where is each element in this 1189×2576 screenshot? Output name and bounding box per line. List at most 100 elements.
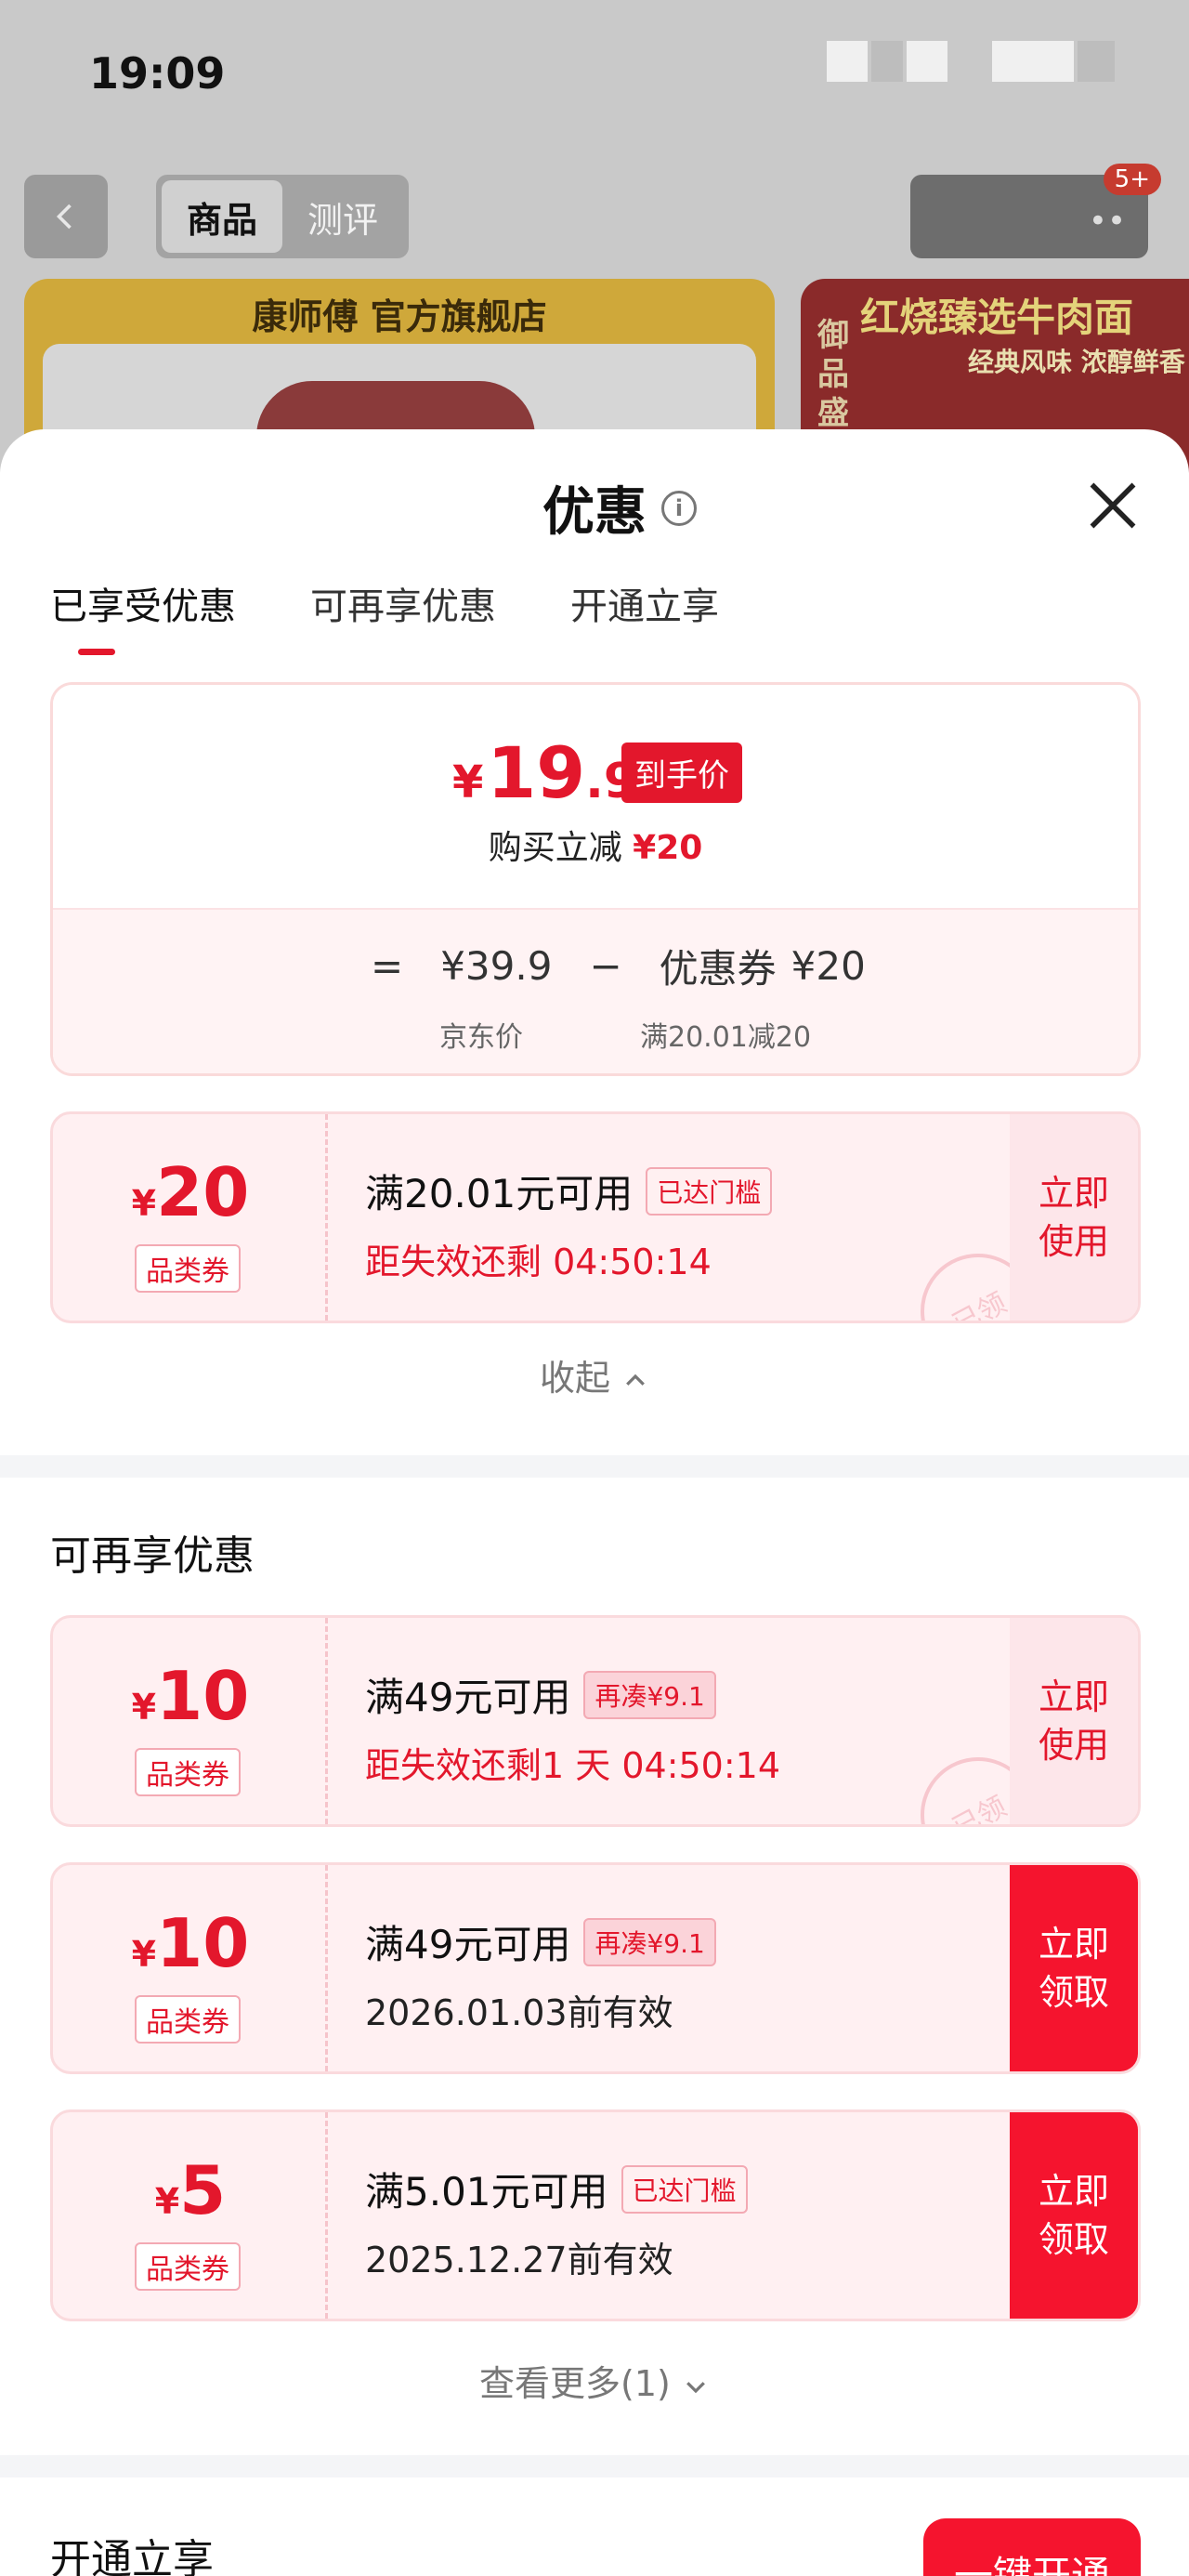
buy-save-line: 购买立减 ¥20 — [53, 821, 1138, 869]
collapse-label: 收起 — [539, 1358, 610, 1399]
coupon-amount: ¥10 — [53, 1904, 328, 1982]
coupon-kind: 品类券 — [135, 1748, 241, 1796]
store-banner-title: 康师傅 官方旗舰店 — [252, 296, 547, 337]
chevron-up-icon — [626, 1373, 645, 1386]
message-badge: 5+ — [1103, 164, 1161, 195]
coupon-kind: 品类券 — [135, 2242, 241, 2291]
coupon-card: ¥5 品类券 满5.01元可用 已达门槛 2025.12.27前有效 立即领取 — [50, 2109, 1141, 2321]
used-coupon-card: ¥20 品类券 满20.01元可用 已达门槛 距失效还剩 04:50:14 已领… — [50, 1111, 1141, 1323]
background-page: 19:09 商品 测评 •• 5+ 康师傅 官方旗舰店 御品盛宴 红烧臻选牛肉面… — [0, 0, 1189, 483]
minus-sign: − — [589, 943, 622, 989]
battery-level-icon — [1078, 41, 1115, 82]
coupon-currency: ¥ — [154, 2181, 180, 2222]
jd-price-label: 京东价 — [439, 1021, 523, 1054]
price-summary-card: ¥ 19 .9 到手价 购买立减 ¥20 = ¥39.9 − 优惠券 ¥20 京… — [50, 682, 1141, 1076]
product-nav: 商品 测评 •• 5+ — [0, 164, 1189, 258]
coupon-countdown: 距失效还剩1 天 04:50:14 — [365, 1745, 781, 1786]
buy-save-value: ¥20 — [633, 829, 703, 867]
breakdown-row: = ¥39.9 − 优惠券 ¥20 — [371, 938, 866, 994]
coupon-condition-text: 满5.01元可用 — [365, 2169, 608, 2215]
chevron-left-icon — [56, 204, 72, 230]
tab-activate[interactable]: 开通立享 — [570, 576, 719, 630]
tab-enjoyed[interactable]: 已享受优惠 — [50, 576, 236, 630]
coupon-expiry: 2025.12.27前有效 — [365, 2240, 673, 2280]
sheet-header: 优惠 i — [542, 470, 697, 545]
one-click-activate-button[interactable]: 一键开通 — [923, 2518, 1141, 2576]
status-time: 19:09 — [89, 48, 226, 99]
coupon-condition: 满5.01元可用 已达门槛 — [365, 2161, 748, 2217]
coupon-kind: 品类券 — [135, 1244, 241, 1293]
price-breakdown: = ¥39.9 − 优惠券 ¥20 京东价 满20.01减20 — [53, 908, 1138, 1073]
collapse-button[interactable]: 收起 — [0, 1349, 1189, 1400]
coupon-condition: 满20.01元可用 已达门槛 — [365, 1163, 773, 1219]
coupon-value-area: ¥5 品类券 — [53, 2112, 328, 2319]
battery-icon — [992, 41, 1074, 82]
product-tabs: 商品 测评 — [156, 175, 409, 258]
coupon-rule-label: 满20.01减20 — [640, 1021, 812, 1054]
final-price-integer: 19 — [487, 731, 586, 814]
coupon-deduction-value: ¥20 — [790, 943, 866, 989]
coupon-kind: 品类券 — [135, 1995, 241, 2044]
coupon-deduction-label: 优惠券 — [659, 946, 777, 992]
coupon-threshold-badge: 已达门槛 — [646, 1166, 773, 1216]
claim-coupon-button[interactable]: 立即领取 — [1010, 2112, 1138, 2319]
use-coupon-button[interactable]: 立即使用 — [1010, 1618, 1138, 1824]
activate-section-title: 开通立享 — [50, 2536, 214, 2576]
coupon-card: ¥10 品类券 满49元可用 再凑¥9.1 2026.01.03前有效 立即领取 — [50, 1862, 1141, 2074]
more-menu[interactable]: •• 5+ — [910, 164, 1161, 258]
coupon-condition-text: 满20.01元可用 — [365, 1171, 634, 1216]
final-price: ¥ 19 .9 — [452, 731, 637, 814]
use-coupon-button[interactable]: 立即使用 — [1010, 1114, 1138, 1321]
coupon-condition: 满49元可用 再凑¥9.1 — [365, 1913, 716, 1970]
promo-banner-title: 红烧臻选牛肉面 — [860, 295, 1134, 340]
buy-save-label: 购买立减 — [488, 829, 622, 867]
coupon-amount: ¥10 — [53, 1657, 328, 1735]
section-divider — [0, 1455, 1189, 1478]
discount-sheet: 优惠 i 已享受优惠 可再享优惠 开通立享 ¥ 19 .9 到手价 购买立减 ¥… — [0, 429, 1189, 2576]
tab-more-discounts[interactable]: 可再享优惠 — [310, 576, 496, 630]
more-discounts-title: 可再享优惠 — [50, 1532, 255, 1580]
more-dots-icon: •• — [1088, 203, 1126, 240]
see-more-label: 查看更多(1) — [479, 2363, 671, 2404]
signal-icon — [827, 41, 868, 82]
tab-product[interactable]: 商品 — [162, 180, 282, 253]
coupon-condition-text: 满49元可用 — [365, 1675, 571, 1720]
coupon-amount-value: 10 — [156, 1657, 250, 1735]
close-icon[interactable] — [1085, 478, 1141, 533]
coupon-currency: ¥ — [131, 1687, 157, 1728]
coupon-threshold-badge: 再凑¥9.1 — [583, 1917, 716, 1966]
coupon-amount-value: 10 — [156, 1904, 250, 1982]
coupon-value-area: ¥10 品类券 — [53, 1865, 328, 2071]
see-more-button[interactable]: 查看更多(1) — [0, 2355, 1189, 2406]
coupon-currency: ¥ — [131, 1183, 157, 1224]
jd-price: ¥39.9 — [440, 943, 553, 989]
tab-review[interactable]: 测评 — [282, 180, 403, 253]
summary-top: ¥ 19 .9 到手价 购买立减 ¥20 — [53, 685, 1138, 908]
coupon-amount: ¥5 — [53, 2151, 328, 2229]
claim-coupon-button[interactable]: 立即领取 — [1010, 1865, 1138, 2071]
coupon-deduction: 优惠券 ¥20 — [660, 938, 866, 994]
coupon-currency: ¥ — [131, 1934, 157, 1975]
final-price-currency: ¥ — [452, 756, 484, 808]
chevron-down-icon — [686, 2381, 705, 2393]
coupon-amount-value: 20 — [156, 1153, 250, 1231]
active-tab-indicator — [78, 649, 115, 655]
coupon-amount-value: 5 — [179, 2151, 227, 2229]
coupon-threshold-badge: 再凑¥9.1 — [583, 1670, 716, 1719]
coupon-value-area: ¥20 品类券 — [53, 1114, 328, 1321]
status-icons — [827, 41, 1115, 82]
info-icon[interactable]: i — [661, 490, 697, 526]
coupon-card: ¥10 品类券 满49元可用 再凑¥9.1 距失效还剩1 天 04:50:14 … — [50, 1615, 1141, 1827]
promo-banner-subtitle: 经典风味 浓醇鲜香 — [968, 347, 1185, 377]
status-bar: 19:09 — [0, 0, 1189, 149]
coupon-value-area: ¥10 品类券 — [53, 1618, 328, 1824]
network-icon — [907, 41, 947, 82]
section-divider — [0, 2455, 1189, 2477]
coupon-condition-text: 满49元可用 — [365, 1922, 571, 1967]
equals-sign: = — [371, 943, 404, 989]
final-price-tag: 到手价 — [621, 743, 742, 803]
back-button[interactable] — [24, 175, 108, 258]
coupon-amount: ¥20 — [53, 1153, 328, 1231]
coupon-condition: 满49元可用 再凑¥9.1 — [365, 1666, 716, 1723]
